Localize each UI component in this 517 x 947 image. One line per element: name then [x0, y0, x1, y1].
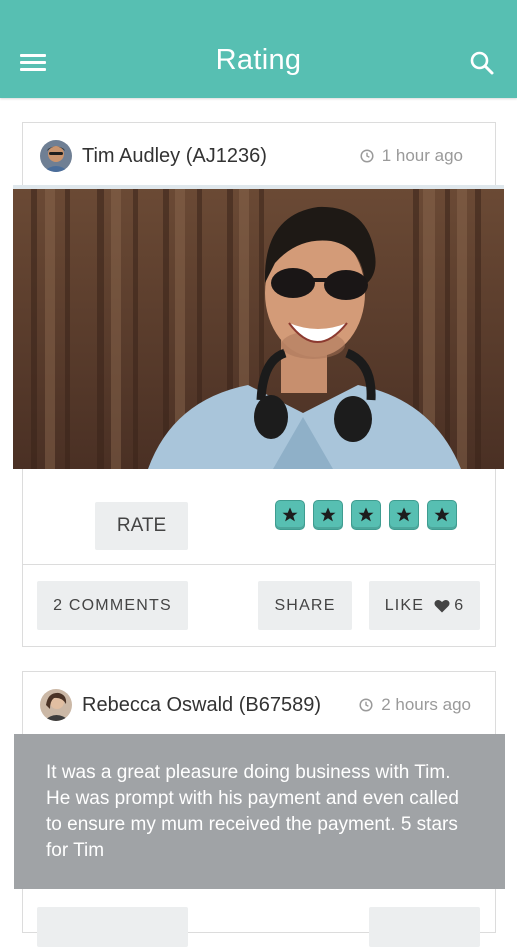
- post-actions: 2 COMMENTS SHARE LIKE 6: [23, 564, 495, 646]
- search-icon[interactable]: [469, 50, 495, 76]
- rate-button[interactable]: RATE: [95, 502, 188, 550]
- author-name[interactable]: Tim Audley (AJ1236): [82, 145, 267, 168]
- star-icon[interactable]: [313, 500, 343, 530]
- post-header: Tim Audley (AJ1236) 1 hour ago: [23, 123, 495, 185]
- heart-icon: [434, 599, 450, 612]
- rate-row: RATE: [23, 469, 495, 565]
- page-title: Rating: [215, 44, 302, 76]
- avatar[interactable]: [40, 140, 72, 172]
- comments-button[interactable]: [37, 907, 188, 947]
- comments-button[interactable]: 2 COMMENTS: [37, 581, 188, 630]
- app-bar: Rating: [0, 0, 517, 98]
- author-name[interactable]: Rebecca Oswald (B67589): [82, 694, 321, 717]
- post-time-text: 1 hour ago: [381, 146, 463, 165]
- star-icon[interactable]: [351, 500, 381, 530]
- clock-icon: [359, 698, 373, 712]
- star-icon[interactable]: [275, 500, 305, 530]
- like-button[interactable]: [369, 907, 480, 947]
- like-label: LIKE: [384, 596, 425, 614]
- post-card: Tim Audley (AJ1236) 1 hour ago RATE 2 CO…: [13, 122, 504, 647]
- like-button[interactable]: LIKE 6: [369, 581, 480, 630]
- star-icon[interactable]: [427, 500, 457, 530]
- share-button[interactable]: SHARE: [258, 581, 352, 630]
- post-time: 1 hour ago: [360, 146, 463, 166]
- clock-icon: [360, 149, 374, 163]
- post-photo[interactable]: [13, 185, 504, 469]
- review-text: It was a great pleasure doing business w…: [14, 734, 505, 889]
- review-header: Rebecca Oswald (B67589) 2 hours ago: [23, 672, 495, 734]
- star-icon[interactable]: [389, 500, 419, 530]
- like-count: 6: [454, 596, 465, 614]
- review-card: Rebecca Oswald (B67589) 2 hours ago It w…: [14, 671, 505, 947]
- post-time: 2 hours ago: [359, 695, 471, 715]
- post-time-text: 2 hours ago: [381, 695, 471, 714]
- star-rating: [275, 500, 465, 530]
- avatar[interactable]: [40, 689, 72, 721]
